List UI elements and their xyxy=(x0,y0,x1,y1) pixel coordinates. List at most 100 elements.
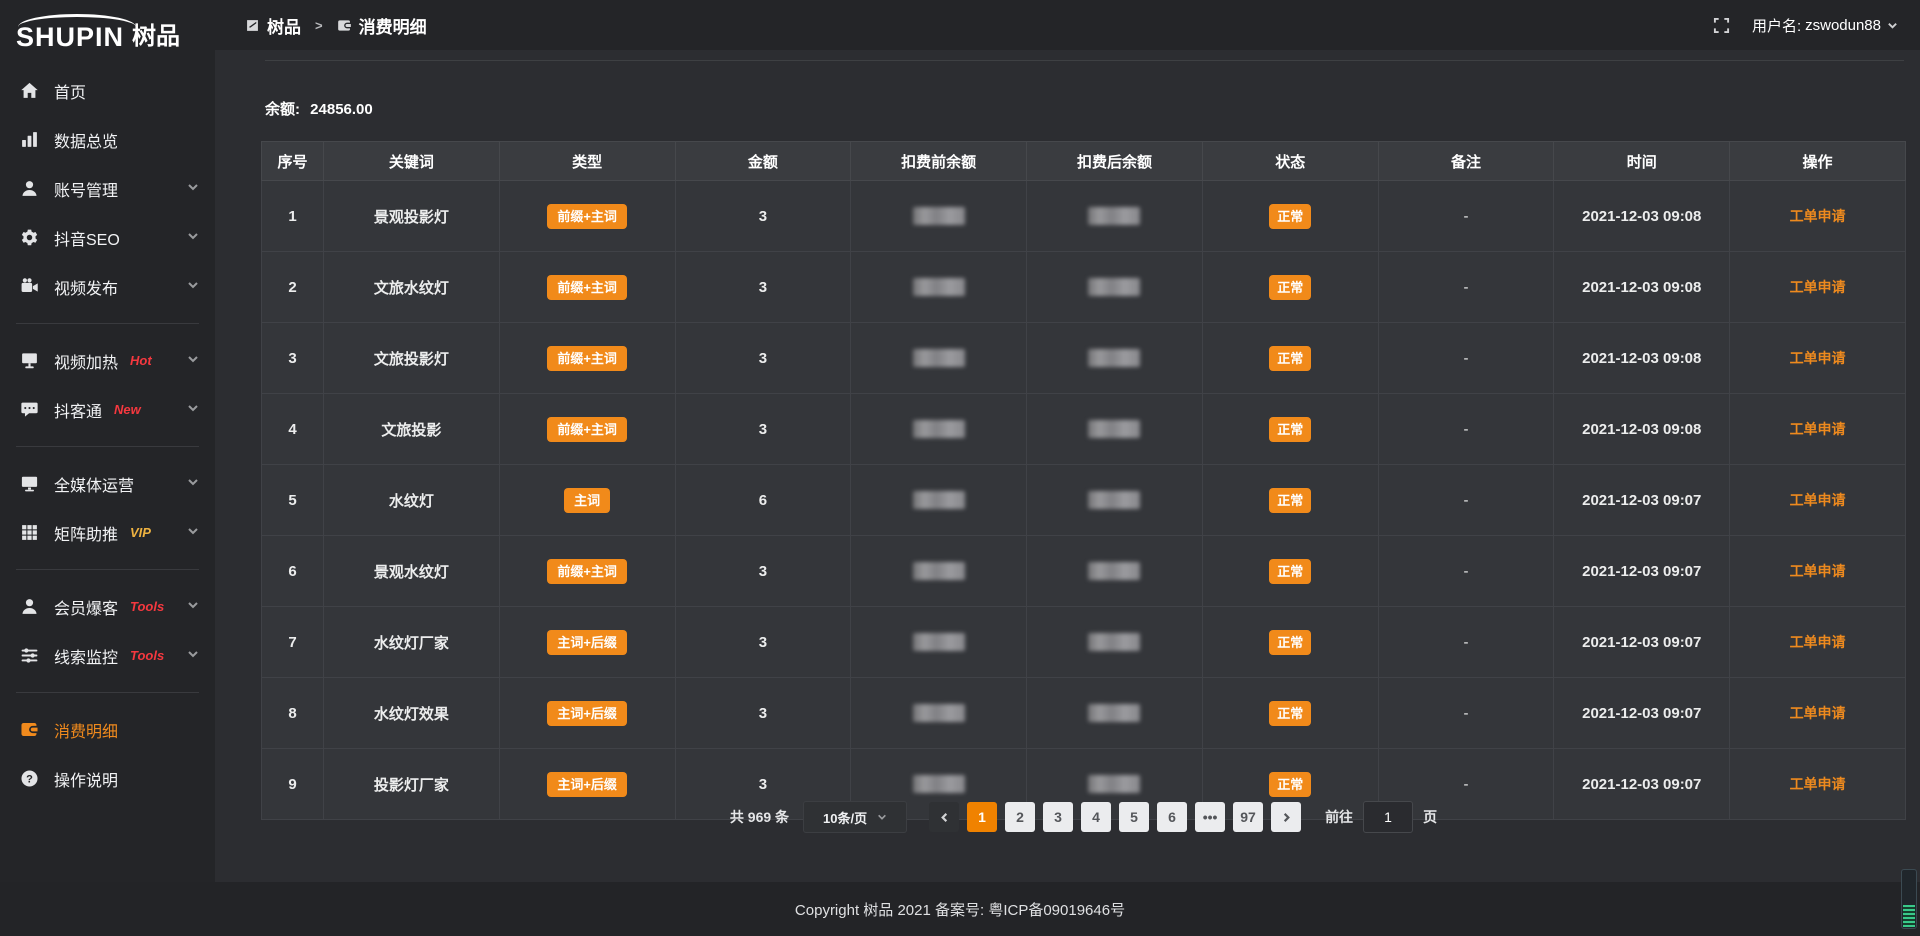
sidebar-item-media-operation[interactable]: 全媒体运营 xyxy=(0,459,215,508)
cell-amount: 3 xyxy=(675,536,851,607)
cell-status: 正常 xyxy=(1202,607,1378,678)
masked-balance-before xyxy=(913,278,965,296)
work-order-link[interactable]: 工单申请 xyxy=(1790,776,1846,792)
cell-balance-after xyxy=(1027,394,1203,465)
header-right: 用户名: zswodun88 xyxy=(1713,15,1898,36)
work-order-link[interactable]: 工单申请 xyxy=(1790,421,1846,437)
breadcrumb-item-shupin[interactable]: 树品 xyxy=(245,13,301,38)
type-badge: 前缀+主词 xyxy=(547,417,627,442)
page-button-3[interactable]: 3 xyxy=(1043,802,1073,832)
sidebar-item-video-heat[interactable]: 视频加热Hot xyxy=(0,336,215,385)
balance: 余额: 24856.00 xyxy=(265,98,373,119)
sidebar-item-home[interactable]: 首页 xyxy=(0,66,215,115)
cell-status: 正常 xyxy=(1202,678,1378,749)
chevron-down-icon xyxy=(187,278,199,296)
masked-balance-after xyxy=(1088,775,1140,793)
cell-amount: 3 xyxy=(675,607,851,678)
cell-index: 1 xyxy=(262,181,324,252)
cell-keyword: 文旅水纹灯 xyxy=(324,252,500,323)
table-row: 2文旅水纹灯前缀+主词3正常-2021-12-03 09:08工单申请 xyxy=(262,252,1906,323)
balance-value: 24856.00 xyxy=(310,101,373,118)
page-button-6[interactable]: 6 xyxy=(1157,802,1187,832)
work-order-link[interactable]: 工单申请 xyxy=(1790,705,1846,721)
table-row: 5水纹灯主词6正常-2021-12-03 09:07工单申请 xyxy=(262,465,1906,536)
cell-time: 2021-12-03 09:07 xyxy=(1554,536,1730,607)
breadcrumb-separator: > xyxy=(315,18,323,33)
sidebar-item-badge: VIP xyxy=(130,525,151,540)
column-header: 状态 xyxy=(1202,142,1378,181)
sidebar-item-label: 首页 xyxy=(54,79,86,103)
sidebar-item-label: 账号管理 xyxy=(54,177,118,201)
type-badge: 主词+后缀 xyxy=(547,701,627,726)
cell-balance-before xyxy=(851,465,1027,536)
cell-remark: - xyxy=(1378,252,1554,323)
cell-amount: 3 xyxy=(675,323,851,394)
cell-balance-before xyxy=(851,394,1027,465)
sidebar-item-label: 矩阵助推 xyxy=(54,521,118,545)
masked-balance-before xyxy=(913,704,965,722)
sidebar-item-matrix-boost[interactable]: 矩阵助推 VIP xyxy=(0,508,215,557)
work-order-link[interactable]: 工单申请 xyxy=(1790,634,1846,650)
masked-balance-before xyxy=(913,349,965,367)
sidebar-item-douyin-seo[interactable]: 抖音SEO xyxy=(0,213,215,262)
cell-remark: - xyxy=(1378,678,1554,749)
cell-status: 正常 xyxy=(1202,394,1378,465)
cell-time: 2021-12-03 09:08 xyxy=(1554,181,1730,252)
page-button-4[interactable]: 4 xyxy=(1081,802,1111,832)
consume-table-wrap: 序号关键词类型金额扣费前余额扣费后余额状态备注时间操作 1景观投影灯前缀+主词3… xyxy=(261,141,1906,820)
work-order-link[interactable]: 工单申请 xyxy=(1790,208,1846,224)
sidebar-item-operation-guide[interactable]: ?操作说明 xyxy=(0,754,215,803)
sidebar-item-video-publish[interactable]: 视频发布 xyxy=(0,262,215,311)
status-badge: 正常 xyxy=(1269,772,1311,797)
page-button-1[interactable]: 1 xyxy=(967,802,997,832)
cell-index: 8 xyxy=(262,678,324,749)
page-button-5[interactable]: 5 xyxy=(1119,802,1149,832)
work-order-link[interactable]: 工单申请 xyxy=(1790,563,1846,579)
user-icon xyxy=(20,597,39,616)
status-badge: 正常 xyxy=(1269,346,1311,371)
page-button-97[interactable]: 97 xyxy=(1233,802,1263,832)
status-badge: 正常 xyxy=(1269,204,1311,229)
next-page-button[interactable] xyxy=(1271,802,1301,832)
work-order-link[interactable]: 工单申请 xyxy=(1790,492,1846,508)
fullscreen-icon[interactable] xyxy=(1713,17,1730,34)
cell-index: 3 xyxy=(262,323,324,394)
page-button-2[interactable]: 2 xyxy=(1005,802,1035,832)
sidebar-item-account-manage[interactable]: 账号管理 xyxy=(0,164,215,213)
cell-remark: - xyxy=(1378,465,1554,536)
type-badge: 主词+后缀 xyxy=(547,630,627,655)
page-ellipsis[interactable]: ••• xyxy=(1195,802,1225,832)
sliders-icon xyxy=(20,646,39,665)
page-size-select[interactable]: 10条/页 xyxy=(803,801,907,833)
work-order-link[interactable]: 工单申请 xyxy=(1790,279,1846,295)
sidebar-item-data-overview[interactable]: 数据总览 xyxy=(0,115,215,164)
work-order-link[interactable]: 工单申请 xyxy=(1790,350,1846,366)
user-menu[interactable]: 用户名: zswodun88 xyxy=(1752,15,1898,36)
goto-label: 前往 xyxy=(1325,807,1353,827)
type-badge: 主词+后缀 xyxy=(547,772,627,797)
sidebar-divider xyxy=(16,323,199,324)
floating-widget[interactable] xyxy=(1901,869,1917,929)
copyright-text: Copyright 树品 2021 备案号: 粤ICP备09019646号 xyxy=(795,899,1125,920)
prev-page-button[interactable] xyxy=(929,802,959,832)
sidebar-item-badge: Tools xyxy=(130,648,164,663)
chevron-down-icon xyxy=(187,352,199,370)
sidebar-item-member-baoke[interactable]: 会员爆客Tools xyxy=(0,582,215,631)
cell-type: 前缀+主词 xyxy=(499,536,675,607)
breadcrumb-label: 消费明细 xyxy=(359,13,427,38)
sidebar-item-label: 全媒体运营 xyxy=(54,472,134,496)
breadcrumb-item-consume-detail[interactable]: 消费明细 xyxy=(337,13,427,38)
type-badge: 前缀+主词 xyxy=(547,346,627,371)
table-row: 3文旅投影灯前缀+主词3正常-2021-12-03 09:08工单申请 xyxy=(262,323,1906,394)
masked-balance-after xyxy=(1088,278,1140,296)
goto-page-input[interactable] xyxy=(1363,801,1413,833)
cell-balance-before xyxy=(851,536,1027,607)
cell-action: 工单申请 xyxy=(1730,252,1906,323)
table-row: 4文旅投影前缀+主词3正常-2021-12-03 09:08工单申请 xyxy=(262,394,1906,465)
sidebar-item-douketong[interactable]: 抖客通New xyxy=(0,385,215,434)
status-badge: 正常 xyxy=(1269,630,1311,655)
sidebar-item-clue-monitor[interactable]: 线索监控Tools xyxy=(0,631,215,680)
cell-index: 7 xyxy=(262,607,324,678)
sidebar-item-consume-detail[interactable]: 消费明细 xyxy=(0,705,215,754)
masked-balance-after xyxy=(1088,562,1140,580)
